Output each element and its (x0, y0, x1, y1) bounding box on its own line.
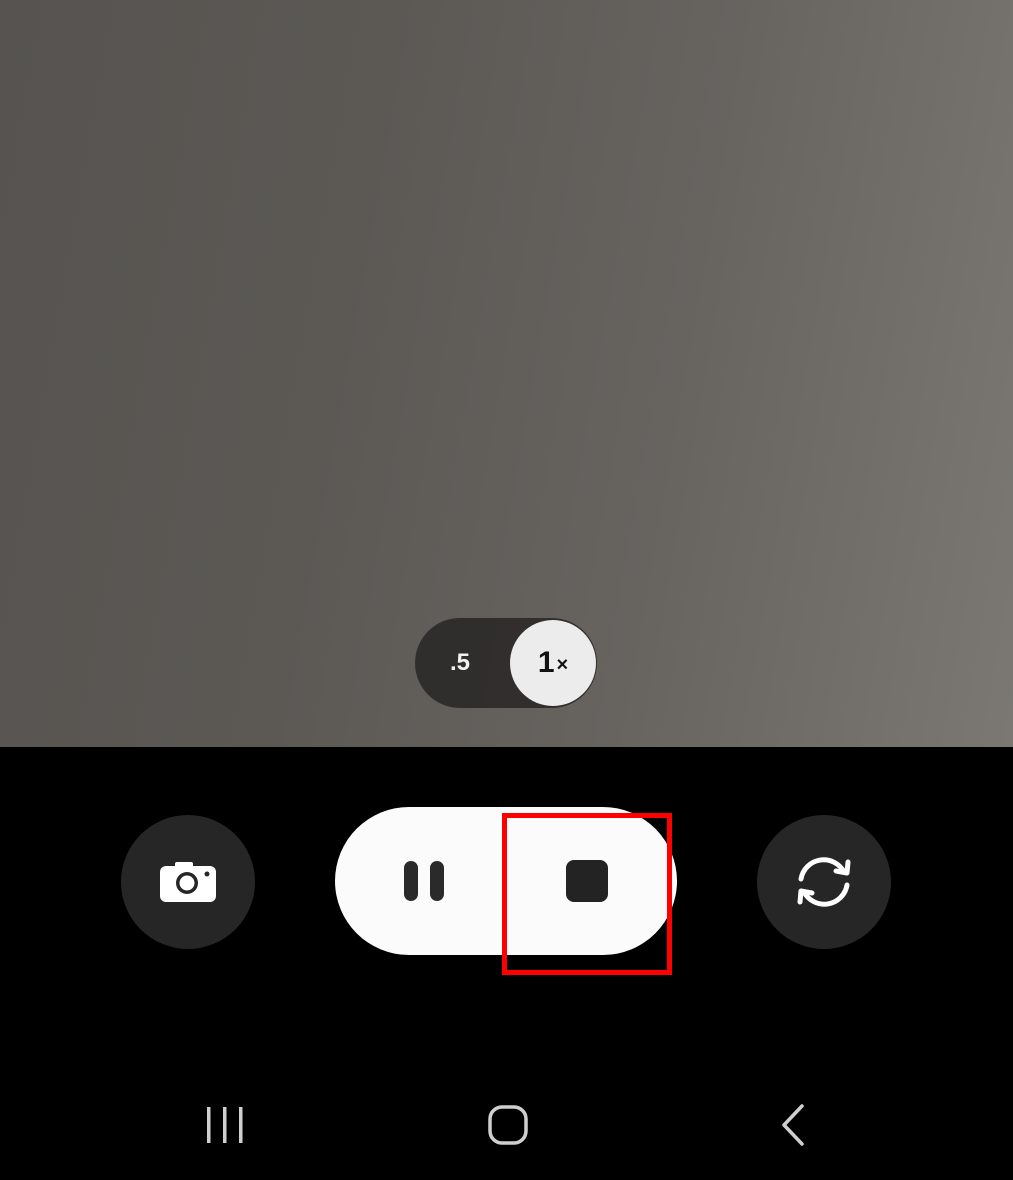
zoom-option-one[interactable]: 1 × (510, 620, 596, 706)
switch-camera-icon (797, 857, 851, 907)
camera-icon (160, 862, 216, 902)
stop-icon (566, 860, 608, 902)
zoom-option-one-label: 1 (537, 646, 555, 679)
snapshot-button[interactable] (121, 815, 255, 949)
back-button[interactable] (748, 1080, 838, 1170)
pause-icon (404, 861, 444, 901)
switch-camera-button[interactable] (757, 815, 891, 949)
recents-button[interactable] (180, 1080, 270, 1170)
zoom-suffix: × (556, 653, 569, 676)
camera-viewfinder[interactable]: .5 1 × (0, 0, 1013, 747)
camera-screen: .5 1 × (0, 0, 1013, 1180)
home-button[interactable] (463, 1080, 553, 1170)
zoom-selector: .5 1 × (415, 618, 597, 708)
camera-controls (0, 747, 1013, 1180)
zoom-option-half[interactable]: .5 (415, 618, 505, 708)
back-icon (782, 1104, 804, 1146)
home-icon (488, 1105, 528, 1145)
recents-icon (207, 1107, 243, 1143)
pause-button[interactable] (365, 807, 485, 955)
recording-controls (335, 807, 677, 955)
system-navigation-bar (0, 1062, 1013, 1180)
stop-button[interactable] (527, 807, 647, 955)
